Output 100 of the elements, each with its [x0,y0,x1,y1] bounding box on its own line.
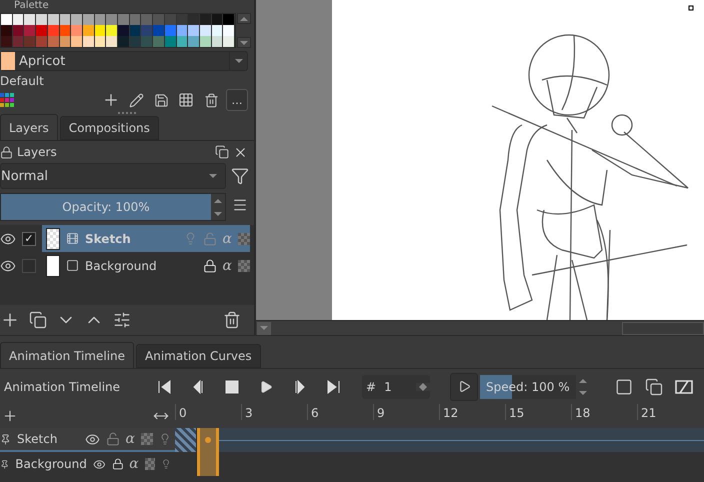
color-swatch[interactable] [200,36,212,47]
blend-mode-dropdown[interactable]: Normal [0,163,226,189]
color-swatch[interactable] [223,14,236,25]
color-swatch[interactable] [164,14,177,25]
keyframe-cell[interactable] [197,428,219,452]
color-swatch[interactable] [82,14,95,25]
checker-icon[interactable] [238,232,250,244]
color-swatch[interactable] [130,25,142,36]
color-swatch[interactable] [60,14,72,25]
palette-icon[interactable] [0,93,14,107]
color-swatch[interactable] [1,36,13,47]
color-swatch[interactable] [60,25,72,36]
film-frame-button[interactable] [614,376,634,396]
horizontal-scrollbar[interactable] [256,320,704,335]
color-swatch[interactable] [1,14,13,25]
color-combo[interactable]: Apricot [0,51,248,71]
lightbulb-icon [160,458,171,470]
tab[interactable]: Compositions [60,116,159,140]
crossed-frame-icon [675,378,693,394]
color-swatch[interactable] [36,36,48,47]
timeline-layer-row[interactable]: Background α [0,452,175,476]
frame-number: 0 [175,404,241,420]
menu-icon [232,197,248,213]
color-swatch[interactable] [82,36,95,47]
tab[interactable]: Layers [0,114,58,140]
properties-button[interactable] [112,310,132,330]
scroll-up-button[interactable] [237,13,251,24]
color-swatch[interactable] [153,14,165,25]
color-swatch[interactable] [48,14,60,25]
frame-cell[interactable] [175,428,197,452]
color-swatch[interactable] [176,14,188,25]
color-swatch[interactable] [130,36,142,47]
color-swatch[interactable] [12,25,24,36]
scroll-down-button[interactable] [237,37,251,48]
frame-field[interactable]: # 1 [362,374,430,398]
color-swatch[interactable] [118,36,130,47]
alpha-icon[interactable]: α [126,431,135,447]
color-swatch[interactable] [176,36,188,47]
color-swatch[interactable] [106,36,118,47]
color-swatch[interactable] [176,25,188,36]
color-swatch[interactable] [36,14,48,25]
alpha-icon[interactable]: α [222,258,232,274]
layer-checkbox[interactable] [22,258,36,272]
color-swatch[interactable] [12,14,24,25]
color-swatch[interactable] [48,25,60,36]
color-swatch[interactable] [188,36,200,47]
duplicate-button[interactable] [28,310,48,330]
color-swatch[interactable] [200,25,212,36]
color-swatch[interactable] [223,36,236,47]
color-swatch[interactable] [12,36,24,47]
loop-button[interactable] [450,372,478,400]
color-swatch[interactable] [106,25,118,36]
color-swatch[interactable] [130,14,142,25]
filter-button[interactable] [230,166,250,186]
panel-title: Layers [17,145,58,159]
checker-icon[interactable] [144,458,155,470]
color-swatch[interactable] [223,25,236,36]
color-swatch[interactable] [60,36,72,47]
color-swatch[interactable] [164,25,177,36]
color-swatch[interactable] [82,25,95,36]
skip-back-icon [157,380,171,394]
color-swatch[interactable] [71,25,83,36]
color-swatch[interactable] [200,14,212,25]
checker-icon[interactable] [141,433,153,445]
color-swatch[interactable] [106,14,118,25]
checker-icon[interactable] [238,260,250,272]
color-swatch[interactable] [94,25,106,36]
color-swatch[interactable] [118,14,130,25]
color-swatch[interactable] [94,14,106,25]
color-swatch[interactable] [71,36,83,47]
color-swatch[interactable] [24,36,36,47]
delete-layer-button[interactable] [222,310,242,330]
color-swatch[interactable] [24,25,36,36]
color-swatch[interactable] [212,14,224,25]
timeline-layer-row[interactable]: Sketch α [0,428,175,452]
color-swatch[interactable] [141,25,154,36]
more-button[interactable]: … [226,89,248,111]
drag-handle[interactable] [118,112,136,114]
color-swatch[interactable] [212,25,224,36]
color-swatch[interactable] [188,25,200,36]
layer-row[interactable]: Background α [42,252,250,279]
color-swatch[interactable] [118,25,130,36]
color-swatch[interactable] [36,25,48,36]
tab[interactable]: Animation Timeline [0,342,134,368]
color-swatch[interactable] [153,25,165,36]
color-swatch[interactable] [164,36,177,47]
color-swatch[interactable] [188,14,200,25]
frame-cell[interactable] [197,452,219,476]
alpha-icon[interactable]: α [129,456,139,472]
color-swatch[interactable] [94,36,106,47]
color-swatch[interactable] [1,25,13,36]
color-swatch[interactable] [24,14,36,25]
color-swatch[interactable] [141,14,154,25]
color-swatch[interactable] [48,36,60,47]
color-swatch[interactable] [212,36,224,47]
color-swatch[interactable] [71,14,83,25]
tab[interactable]: Animation Curves [136,344,261,368]
color-swatch[interactable] [141,36,154,47]
stacked-frames-button[interactable] [644,376,664,396]
color-swatch[interactable] [153,36,165,47]
